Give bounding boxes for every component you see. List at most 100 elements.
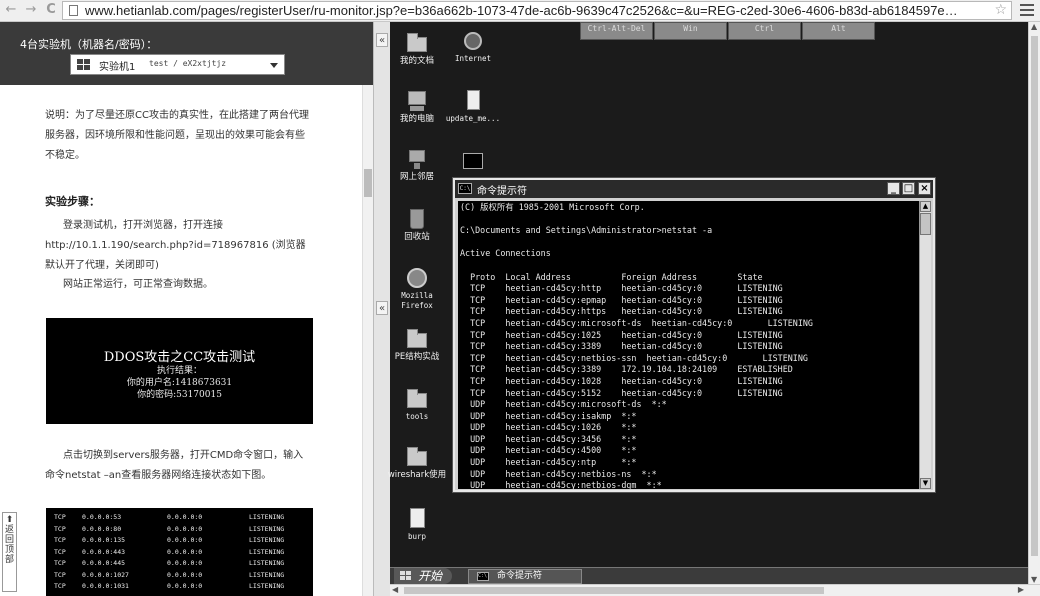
viewer-vscroll-thumb[interactable] — [1031, 36, 1038, 556]
my-computer-icon[interactable]: 我的电脑 — [387, 90, 447, 124]
cmd-scroll-thumb[interactable] — [920, 213, 931, 235]
left-scroll-thumb[interactable] — [364, 169, 372, 197]
cmd-output[interactable]: (C) 版权所有 1985-2001 Microsoft Corp. C:\Do… — [458, 201, 919, 489]
viewer-hscroll-thumb[interactable] — [404, 587, 824, 594]
steps-heading: 实验步骤： — [45, 195, 100, 208]
result-screenshot: DDOS攻击之CC攻击测试 执行结果： 你的用户名:1418673631 你的密… — [46, 318, 313, 424]
cmd-window[interactable]: C:\ 命令提示符 _ □ × (C) 版权所有 1985-2001 Micro… — [452, 177, 936, 493]
taskbar-cmd-label: 命令提示符 — [497, 571, 543, 581]
cmd-titlebar[interactable]: C:\ 命令提示符 _ □ × — [455, 180, 933, 198]
cmd-small-icon: C:\ — [477, 572, 489, 581]
cmd-line: UDP heetian-cd45cy:netbios-dgm *:* — [460, 480, 662, 489]
machine-name: 实验机1 — [99, 62, 136, 73]
screenshot-line: 你的密码:53170015 — [137, 390, 222, 400]
start-button[interactable]: 开始 — [394, 568, 452, 584]
cmd-line: UDP heetian-cd45cy:microsoft-ds *:* — [460, 399, 667, 410]
cmd-line: UDP heetian-cd45cy:ntp *:* — [460, 457, 637, 468]
step3-paragraph: 点击切换到servers服务器，打开CMD命令窗口，输入命令netstat –a… — [45, 450, 304, 481]
scroll-down-icon[interactable]: ▼ — [1031, 575, 1037, 584]
windows-flag-icon — [400, 571, 412, 581]
menu-icon[interactable] — [1020, 4, 1034, 17]
recycle-bin-icon[interactable]: 回收站 — [387, 208, 447, 242]
cmd-line: Proto Local Address Foreign Address Stat… — [460, 271, 763, 282]
cmd-line: TCP heetian-cd45cy:5152 heetian-cd45cy:0… — [460, 387, 783, 398]
page-icon — [69, 5, 78, 16]
screenshot-line: 执行结果： — [156, 366, 202, 376]
close-button[interactable]: × — [918, 182, 931, 195]
arrow-up-icon: ⬆ — [5, 515, 14, 525]
chevron-down-icon[interactable] — [270, 63, 278, 68]
cmd-line: TCP heetian-cd45cy:1025 heetian-cd45cy:0… — [460, 329, 783, 340]
alt-key[interactable]: Alt — [802, 22, 875, 40]
windows-logo-icon — [77, 59, 90, 71]
ctrl-key[interactable]: Ctrl — [728, 22, 801, 40]
network-places-icon[interactable]: 网上邻居 — [387, 148, 447, 182]
machine-select[interactable]: 实验机1 test / eX2xtjtjz — [70, 54, 285, 75]
viewer-vertical-scrollbar[interactable]: ▲ ▼ — [1028, 22, 1040, 584]
cmd-line: UDP heetian-cd45cy:4500 *:* — [460, 445, 637, 456]
back-to-top-label: 返回顶部 — [4, 525, 14, 565]
cmd-line: TCP heetian-cd45cy:https heetian-cd45cy:… — [460, 306, 783, 317]
firefox-icon[interactable]: Mozilla Firefox — [387, 267, 447, 311]
cmd-line — [460, 214, 919, 226]
netstat-row: TCP 0.0.0.0:1027 0.0.0.0:0 LISTENING — [54, 570, 285, 579]
netstat-row: TCP 0.0.0.0:53 0.0.0.0:0 LISTENING — [54, 513, 285, 521]
step2-paragraph: 网站正常运行，可正常查询数据。 — [63, 279, 213, 290]
back-button[interactable]: ← — [2, 1, 20, 19]
win-key[interactable]: Win — [654, 22, 727, 40]
lab-guide-panel: 4台实验机（机器名/密码）： 实验机1 test / eX2xtjtjz 说明：… — [0, 22, 373, 596]
machines-title: 4台实验机（机器名/密码）： — [20, 38, 158, 51]
my-documents-icon[interactable]: 我的文档 — [387, 32, 447, 66]
cmd-shortcut-icon[interactable] — [443, 152, 503, 176]
bookmark-star-icon[interactable]: ☆ — [994, 2, 1007, 18]
cmd-line: TCP heetian-cd45cy:epmap heetian-cd45cy:… — [460, 294, 783, 305]
scroll-up-arrow[interactable]: ▲ — [920, 201, 931, 212]
start-label: 开始 — [418, 569, 443, 583]
screenshot-title: DDOS攻击之CC攻击测试 — [103, 350, 256, 365]
update-file-icon[interactable]: update_me... — [443, 90, 503, 124]
netstat-row: TCP 0.0.0.0:445 0.0.0.0:0 LISTENING — [54, 559, 285, 567]
maximize-button[interactable]: □ — [902, 182, 915, 195]
cmd-line: C:\Documents and Settings\Administrator>… — [460, 225, 713, 236]
netstat-row: TCP 0.0.0.0:1031 0.0.0.0:0 LISTENING — [54, 582, 285, 590]
viewer-horizontal-scrollbar[interactable]: ◀ ▶ — [390, 584, 1040, 596]
remote-desktop[interactable]: Ctrl-Alt-Del Win Ctrl Alt 我的文档 Internet … — [387, 22, 1028, 596]
pe-folder-icon[interactable]: PE结构实战 — [387, 328, 447, 362]
cmd-line: TCP heetian-cd45cy:netbios-ssn heetian-c… — [460, 352, 808, 363]
tools-folder-icon[interactable]: tools — [387, 388, 447, 422]
netstat-row: TCP 0.0.0.0:135 0.0.0.0:0 LISTENING — [54, 536, 285, 544]
reload-button[interactable]: C — [42, 1, 60, 19]
scroll-right-icon[interactable]: ▶ — [1018, 585, 1024, 594]
forward-button[interactable]: → — [22, 1, 40, 19]
wireshark-folder-icon[interactable]: wireshark使用 — [387, 446, 447, 480]
minimize-button[interactable]: _ — [887, 182, 900, 195]
cmd-line: (C) 版权所有 1985-2001 Microsoft Corp. — [460, 202, 645, 212]
cmd-line: TCP heetian-cd45cy:1028 heetian-cd45cy:0… — [460, 375, 783, 386]
internet-icon[interactable]: Internet — [443, 30, 503, 64]
taskbar: 开始 C:\ 命令提示符 — [390, 567, 1028, 584]
scroll-left-icon[interactable]: ◀ — [392, 585, 398, 594]
cmd-title: 命令提示符 — [477, 186, 527, 197]
browser-toolbar: ← → C www.hetianlab.com/pages/registerUs… — [0, 0, 1040, 22]
left-scrollbar[interactable] — [362, 85, 373, 596]
cmd-line: UDP heetian-cd45cy:isakmp *:* — [460, 410, 637, 421]
cmd-line: UDP heetian-cd45cy:1026 *:* — [460, 422, 637, 433]
taskbar-cmd-item[interactable]: C:\ 命令提示符 — [468, 569, 582, 584]
scroll-up-icon[interactable]: ▲ — [1031, 22, 1037, 31]
ctrl-alt-del-key[interactable]: Ctrl-Alt-Del — [580, 22, 653, 40]
back-to-top-button[interactable]: ⬆ 返回顶部 — [2, 512, 17, 592]
machine-header: 4台实验机（机器名/密码）： 实验机1 test / eX2xtjtjz — [0, 22, 373, 85]
cmd-line: UDP heetian-cd45cy:netbios-ns *:* — [460, 468, 657, 479]
burp-icon[interactable]: burp — [387, 508, 447, 542]
cmd-line — [460, 237, 919, 249]
url-text[interactable]: www.hetianlab.com/pages/registerUser/ru-… — [85, 3, 958, 18]
address-bar[interactable]: www.hetianlab.com/pages/registerUser/ru-… — [62, 1, 1012, 20]
netstat-screenshot: TCP 0.0.0.0:53 0.0.0.0:0 LISTENING TCP 0.0.0… — [46, 508, 313, 596]
scroll-down-arrow[interactable]: ▼ — [920, 478, 931, 489]
machine-credentials: test / eX2xtjtjz — [149, 59, 227, 68]
cmd-scrollbar[interactable]: ▲ ▼ — [919, 201, 931, 489]
netstat-row: TCP 0.0.0.0:80 0.0.0.0:0 LISTENING — [54, 524, 285, 533]
cmd-line — [460, 260, 919, 272]
cmd-line: TCP heetian-cd45cy:3389 heetian-cd45cy:0… — [460, 341, 783, 352]
cmd-line: TCP heetian-cd45cy:3389 172.19.104.18:24… — [460, 364, 793, 375]
